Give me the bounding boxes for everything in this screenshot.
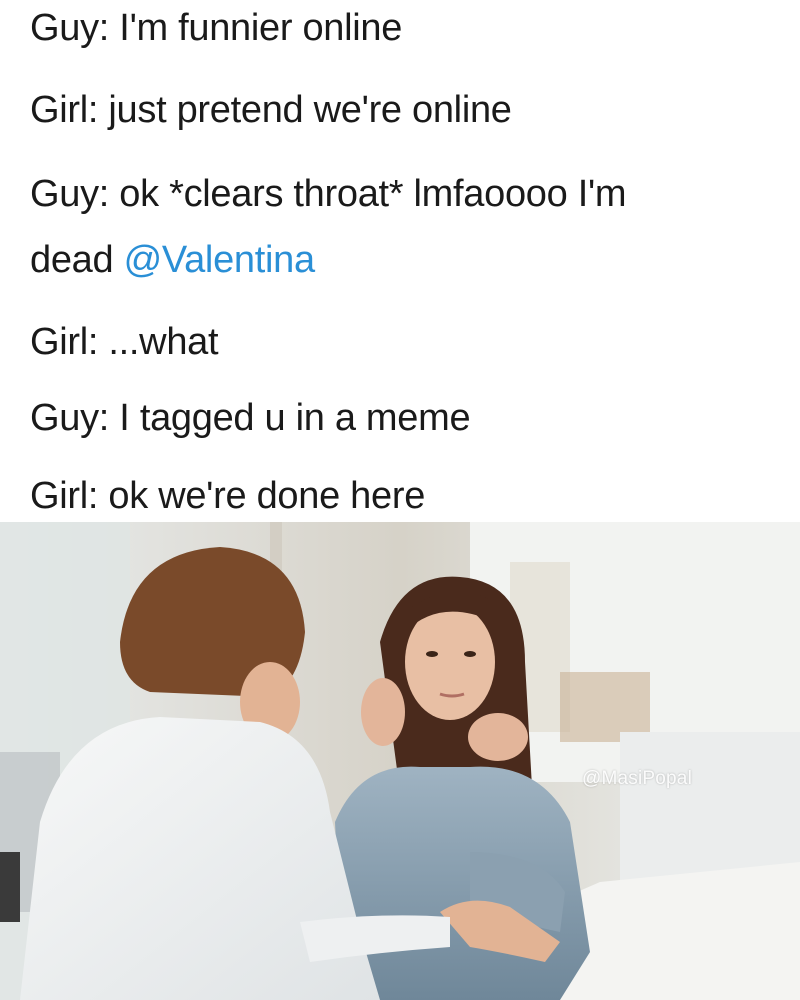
caption-line-1: Guy: I'm funnier online (30, 7, 403, 49)
watermark-text: @MasiPopal (582, 768, 692, 789)
caption-line-4: dead @Valentina (30, 238, 315, 282)
caption-line-6: Guy: I tagged u in a meme (30, 397, 471, 439)
caption-line-5: Girl: ...what (30, 321, 219, 363)
caption-line-3: Guy: ok *clears throat* lmfaoooo I'm (30, 173, 627, 215)
caption-line-4-prefix: dead (30, 239, 124, 281)
caption-line-7: Girl: ok we're done here (30, 475, 426, 517)
cafe-couple-illustration (0, 522, 800, 1000)
user-mention-link[interactable]: @Valentina (124, 239, 316, 281)
caption-line-2: Girl: just pretend we're online (30, 89, 512, 131)
meme-caption: Guy: I'm funnier online Girl: just prete… (0, 0, 800, 522)
meme-photo (0, 522, 800, 1000)
